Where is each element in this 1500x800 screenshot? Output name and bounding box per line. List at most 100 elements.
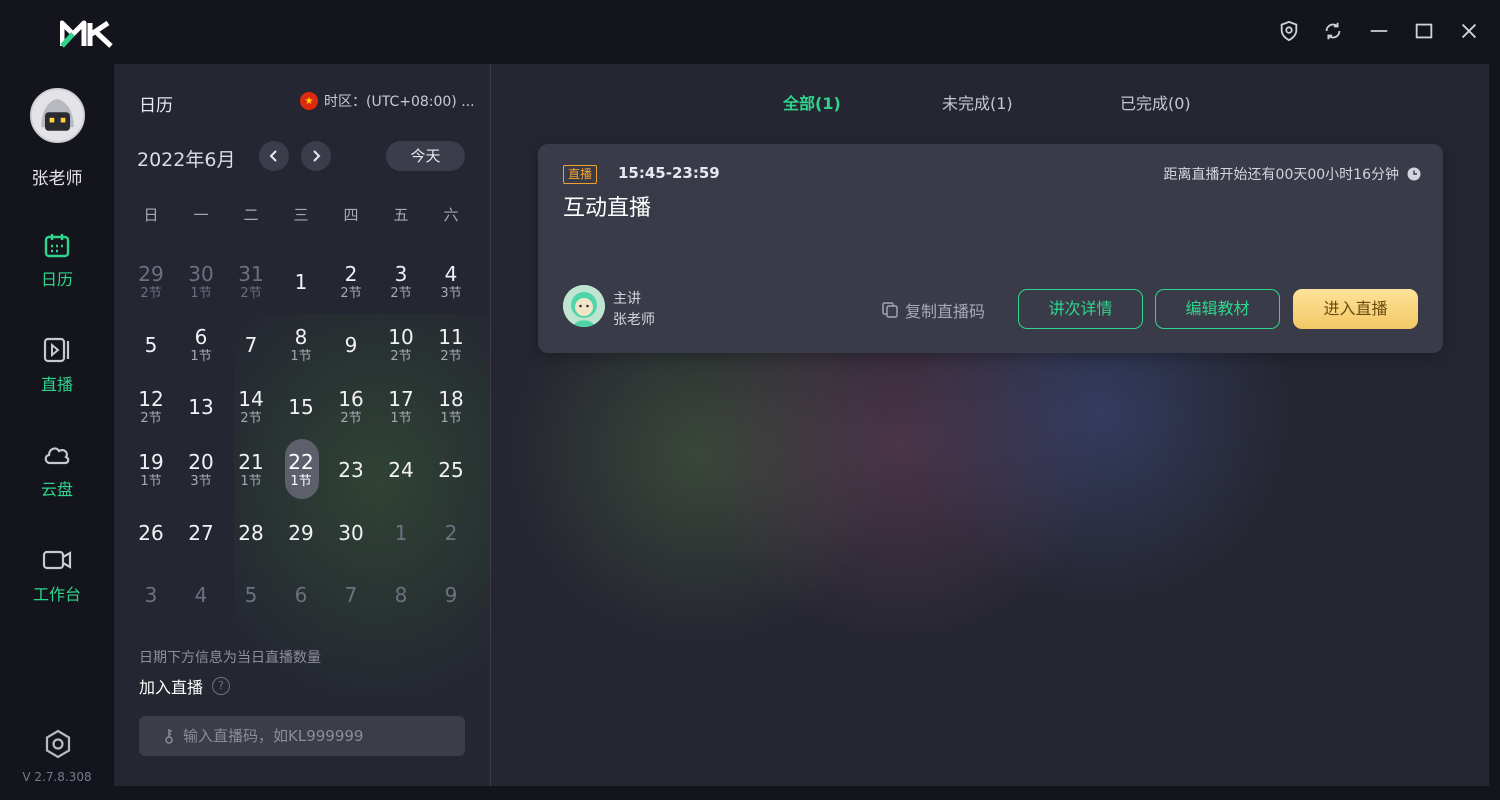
- countdown-text: 距离直播开始还有00天00小时16分钟: [1163, 167, 1399, 183]
- tab-all[interactable]: 全部(1): [783, 90, 841, 114]
- calendar-day[interactable]: 26: [126, 501, 176, 564]
- calendar-day[interactable]: 12 2节: [126, 376, 176, 439]
- calendar-day[interactable]: 30: [326, 501, 376, 564]
- calendar-day[interactable]: 9: [326, 314, 376, 377]
- settings-icon[interactable]: [42, 728, 74, 760]
- sidebar-item-workbench[interactable]: 工作台: [0, 545, 114, 625]
- calendar-day[interactable]: 4 3节: [426, 251, 476, 314]
- calendar-day[interactable]: 1: [376, 501, 426, 564]
- join-live-text: 加入直播: [139, 678, 204, 697]
- today-button[interactable]: 今天: [386, 141, 465, 171]
- calendar-day[interactable]: 29 2节: [126, 251, 176, 314]
- weekday-label: 六: [443, 206, 459, 224]
- edit-materials-button[interactable]: 编辑教材: [1155, 289, 1280, 329]
- calendar-day-selected[interactable]: 22 1节: [276, 438, 326, 502]
- calendar-day[interactable]: 4: [176, 564, 226, 627]
- app-version: V 2.7.8.308: [22, 770, 92, 784]
- calendar-day[interactable]: 3: [126, 564, 176, 627]
- calendar-day[interactable]: 14 2节: [226, 376, 276, 439]
- live-session-card: 直播 15:45-23:59 距离直播开始还有00天00小时16分钟 互动直播 …: [538, 144, 1443, 353]
- calendar-day[interactable]: 1: [276, 251, 326, 314]
- title-bar: [0, 0, 1500, 64]
- day-number: 10: [388, 324, 414, 349]
- countdown: 距离直播开始还有00天00小时16分钟: [1164, 164, 1421, 184]
- day-number: 12: [138, 387, 164, 412]
- calendar-day[interactable]: 30 1节: [176, 251, 226, 314]
- calendar-day[interactable]: 10 2节: [376, 314, 426, 377]
- weekday-label: 一: [193, 206, 209, 224]
- calendar-day[interactable]: 9: [426, 564, 476, 627]
- day-number: 16: [338, 387, 364, 412]
- calendar-day[interactable]: 29: [276, 501, 326, 564]
- calendar-day[interactable]: 5: [126, 314, 176, 377]
- calendar-day[interactable]: 27: [176, 501, 226, 564]
- day-number: 5: [144, 332, 158, 357]
- clock-icon: [1407, 167, 1421, 181]
- calendar-day[interactable]: 19 1节: [126, 439, 176, 502]
- key-icon: [165, 729, 173, 744]
- sidebar-item-calendar[interactable]: 日历: [0, 230, 114, 310]
- join-code-field[interactable]: [139, 716, 465, 756]
- day-number: 31: [238, 262, 264, 287]
- shield-icon[interactable]: [1276, 18, 1302, 44]
- calendar-day[interactable]: 18 1节: [426, 376, 476, 439]
- sidebar-item-label: 日历: [40, 270, 73, 289]
- timezone-selector[interactable]: ★ 时区：(UTC+08:00) ...: [300, 91, 475, 111]
- tab-incomplete[interactable]: 未完成(1): [942, 90, 1013, 114]
- calendar-day[interactable]: 25: [426, 439, 476, 502]
- calendar-day[interactable]: 15: [276, 376, 326, 439]
- sidebar-item-cloud[interactable]: 云盘: [0, 440, 114, 520]
- calendar-title: 日历: [139, 96, 173, 116]
- calendar-day[interactable]: 23: [326, 439, 376, 502]
- tab-complete[interactable]: 已完成(0): [1120, 90, 1191, 114]
- day-session-count: 1节: [190, 348, 212, 364]
- calendar-day[interactable]: 13: [176, 376, 226, 439]
- day-session-count: 2节: [240, 411, 262, 427]
- calendar-day[interactable]: 21 1节: [226, 439, 276, 502]
- enter-live-button[interactable]: 进入直播: [1293, 289, 1418, 329]
- refresh-icon[interactable]: [1320, 18, 1346, 44]
- calendar-day[interactable]: 8: [376, 564, 426, 627]
- calendar-day[interactable]: 17 1节: [376, 376, 426, 439]
- calendar-day[interactable]: 6 1节: [176, 314, 226, 377]
- day-number: 1: [394, 520, 408, 545]
- weekday-label: 四: [343, 206, 359, 224]
- day-number: 14: [238, 387, 264, 412]
- calendar-day[interactable]: 3 2节: [376, 251, 426, 314]
- calendar-day[interactable]: 6: [276, 564, 326, 627]
- day-session-count: 2节: [340, 286, 362, 302]
- china-flag-icon: ★: [300, 92, 318, 110]
- calendar-day[interactable]: 5: [226, 564, 276, 627]
- day-session-count: 1节: [190, 286, 212, 302]
- day-session-count: 2节: [240, 286, 262, 302]
- next-month-button[interactable]: [301, 141, 331, 171]
- session-details-button[interactable]: 讲次详情: [1018, 289, 1143, 329]
- prev-month-button[interactable]: [259, 141, 289, 171]
- calendar-day[interactable]: 31 2节: [226, 251, 276, 314]
- maximize-icon[interactable]: [1411, 18, 1437, 44]
- play-icon: [43, 337, 70, 363]
- calendar-day[interactable]: 11 2节: [426, 314, 476, 377]
- sidebar-item-live[interactable]: 直播: [0, 335, 114, 415]
- avatar[interactable]: [30, 88, 85, 143]
- calendar-day[interactable]: 20 3节: [176, 439, 226, 502]
- help-icon[interactable]: ?: [212, 677, 231, 695]
- close-icon[interactable]: [1456, 18, 1482, 44]
- user-name: 张老师: [31, 169, 83, 189]
- day-session-count: 2节: [340, 411, 362, 427]
- copy-live-code-button[interactable]: 复制直播码: [881, 298, 985, 322]
- calendar-day[interactable]: 16 2节: [326, 376, 376, 439]
- calendar-day[interactable]: 7: [226, 314, 276, 377]
- calendar-day[interactable]: 8 1节: [276, 314, 326, 377]
- calendar-day[interactable]: 2 2节: [326, 251, 376, 314]
- sidebar-item-label: 云盘: [40, 480, 73, 499]
- day-session-count: 2节: [140, 411, 162, 427]
- day-session-count: 1节: [240, 474, 262, 490]
- calendar-day[interactable]: 28: [226, 501, 276, 564]
- teacher-role: 主讲: [613, 291, 641, 307]
- calendar-day[interactable]: 24: [376, 439, 426, 502]
- calendar-day[interactable]: 7: [326, 564, 376, 627]
- calendar-day[interactable]: 2: [426, 501, 476, 564]
- minimize-icon[interactable]: [1366, 18, 1392, 44]
- join-code-input[interactable]: [183, 727, 453, 745]
